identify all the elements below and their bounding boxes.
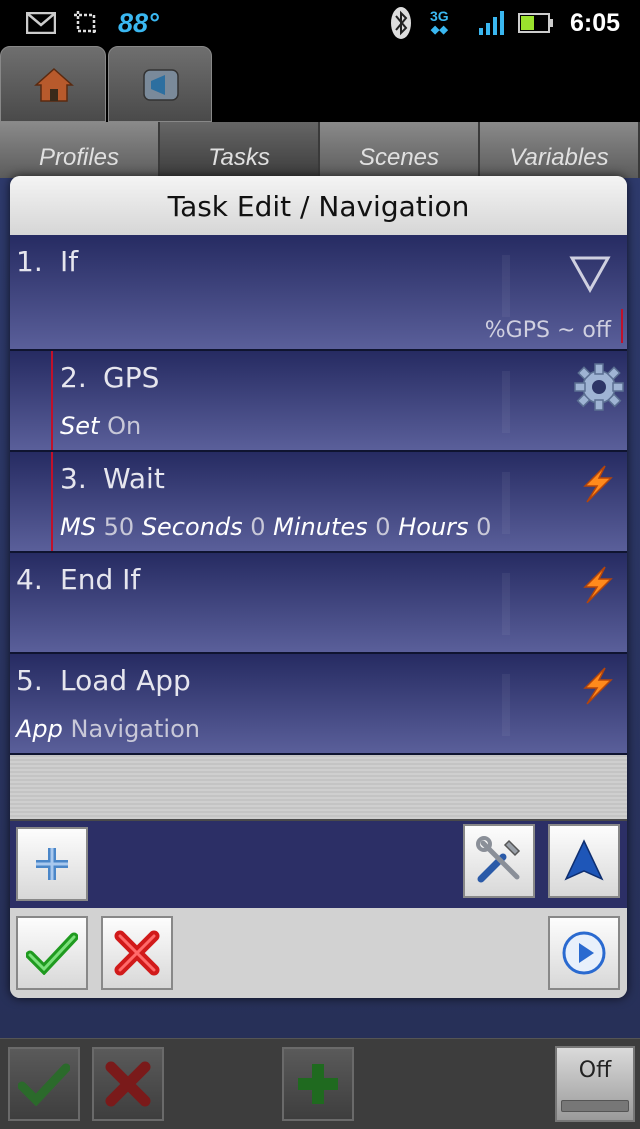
network-label: 3G: [430, 8, 449, 24]
action-number: 1.: [16, 245, 43, 278]
bottom-accept-button[interactable]: [8, 1047, 80, 1121]
enable-toggle-button[interactable]: Off: [555, 1046, 635, 1122]
gmail-icon: [26, 0, 56, 46]
arg-value: 0: [476, 513, 492, 541]
plus-icon: [36, 848, 68, 880]
arg-value: 50: [103, 513, 135, 541]
action-number: 3.: [60, 462, 87, 495]
signal-icon: [478, 0, 506, 46]
arg-value: 0: [375, 513, 391, 541]
task-edit-dialog: Task Edit / Navigation 1. If %GPS ~ off …: [10, 176, 627, 998]
action-args: Set On: [60, 412, 141, 440]
action-name: If: [60, 245, 79, 278]
bottom-cancel-button[interactable]: [92, 1047, 164, 1121]
tab-scenes[interactable]: Scenes: [320, 122, 480, 178]
close-icon: [114, 930, 160, 976]
toggle-label: Off: [578, 1058, 612, 1083]
gear-icon: [574, 363, 624, 411]
arg-value: 0: [250, 513, 266, 541]
action-name: End If: [60, 563, 141, 596]
move-up-button[interactable]: [548, 824, 620, 898]
action-row-4[interactable]: 4. End If: [10, 553, 627, 654]
drag-handle[interactable]: [502, 371, 510, 433]
clock-time: 6:05: [570, 8, 621, 37]
indent-marker: [51, 452, 53, 551]
temperature-text: 88°: [118, 7, 159, 38]
horn-icon: [143, 69, 179, 101]
arg-label: Seconds: [141, 513, 243, 541]
arg-label: MS: [60, 513, 96, 541]
add-action-button[interactable]: [16, 827, 88, 901]
check-icon: [26, 932, 78, 975]
dialog-title: Task Edit / Navigation: [10, 176, 627, 235]
action-row-1[interactable]: 1. If %GPS ~ off: [10, 235, 627, 351]
action-args: App Navigation: [16, 715, 200, 743]
cancel-button[interactable]: [101, 916, 173, 990]
tab-profiles[interactable]: Profiles: [0, 122, 160, 178]
home-icon: [34, 67, 74, 102]
action-number: 2.: [60, 361, 87, 394]
plus-icon: [298, 1064, 338, 1104]
play-button[interactable]: [548, 916, 620, 990]
network-indicator: 3G ◆◆: [430, 8, 449, 36]
action-row-3[interactable]: 3. Wait MS 50 Seconds 0 Minutes 0 Hours …: [10, 452, 627, 553]
projects-tab[interactable]: [108, 46, 212, 122]
toggle-slot: [561, 1100, 629, 1112]
arg-label: Minutes: [273, 513, 368, 541]
action-name: Load App: [60, 664, 191, 697]
drag-handle[interactable]: [502, 674, 510, 736]
close-icon: [105, 1061, 151, 1107]
drag-handle[interactable]: [502, 255, 510, 317]
indent-marker: [51, 351, 53, 450]
tab-tasks[interactable]: Tasks: [160, 122, 320, 178]
lightning-icon: [583, 566, 613, 604]
condition-marker: [621, 309, 623, 343]
arg-label: Hours: [398, 513, 469, 541]
action-name: Wait: [103, 462, 165, 495]
lightning-icon: [583, 465, 613, 503]
battery-icon: [518, 0, 554, 46]
bluetooth-icon: [390, 0, 412, 46]
arrow-up-icon: [564, 839, 604, 881]
list-empty-area: [10, 755, 627, 819]
action-row-2[interactable]: 2. GPS Set On: [10, 351, 627, 452]
home-tab[interactable]: [0, 46, 106, 122]
action-number: 4.: [16, 563, 43, 596]
tools-icon: [476, 836, 521, 883]
bottom-add-button[interactable]: [282, 1047, 354, 1121]
drag-handle[interactable]: [502, 573, 510, 635]
triangle-down-icon: [569, 256, 611, 293]
screenshot-icon: [72, 0, 100, 46]
drag-handle[interactable]: [502, 472, 510, 534]
arg-value: On: [107, 412, 142, 440]
action-row-5[interactable]: 5. Load App App Navigation: [10, 654, 627, 755]
tab-variables[interactable]: Variables: [480, 122, 640, 178]
arg-value: Navigation: [70, 715, 200, 743]
lightning-icon: [583, 667, 613, 705]
status-bar: 88° 3G ◆◆ 6:05: [0, 0, 640, 46]
action-args: MS 50 Seconds 0 Minutes 0 Hours 0: [60, 513, 491, 541]
action-number: 5.: [16, 664, 43, 697]
dialog-toolbar: [10, 819, 627, 908]
play-icon: [562, 931, 606, 975]
action-name: GPS: [103, 361, 160, 394]
main-tab-bar: Profiles Tasks Scenes Variables: [0, 122, 640, 178]
action-condition: %GPS ~ off: [484, 318, 611, 343]
check-icon: [18, 1063, 70, 1106]
dialog-button-row: [10, 908, 627, 998]
arg-label: App: [16, 715, 63, 743]
accept-button[interactable]: [16, 916, 88, 990]
action-tools-button[interactable]: [463, 824, 535, 898]
arg-label: Set: [60, 412, 100, 440]
